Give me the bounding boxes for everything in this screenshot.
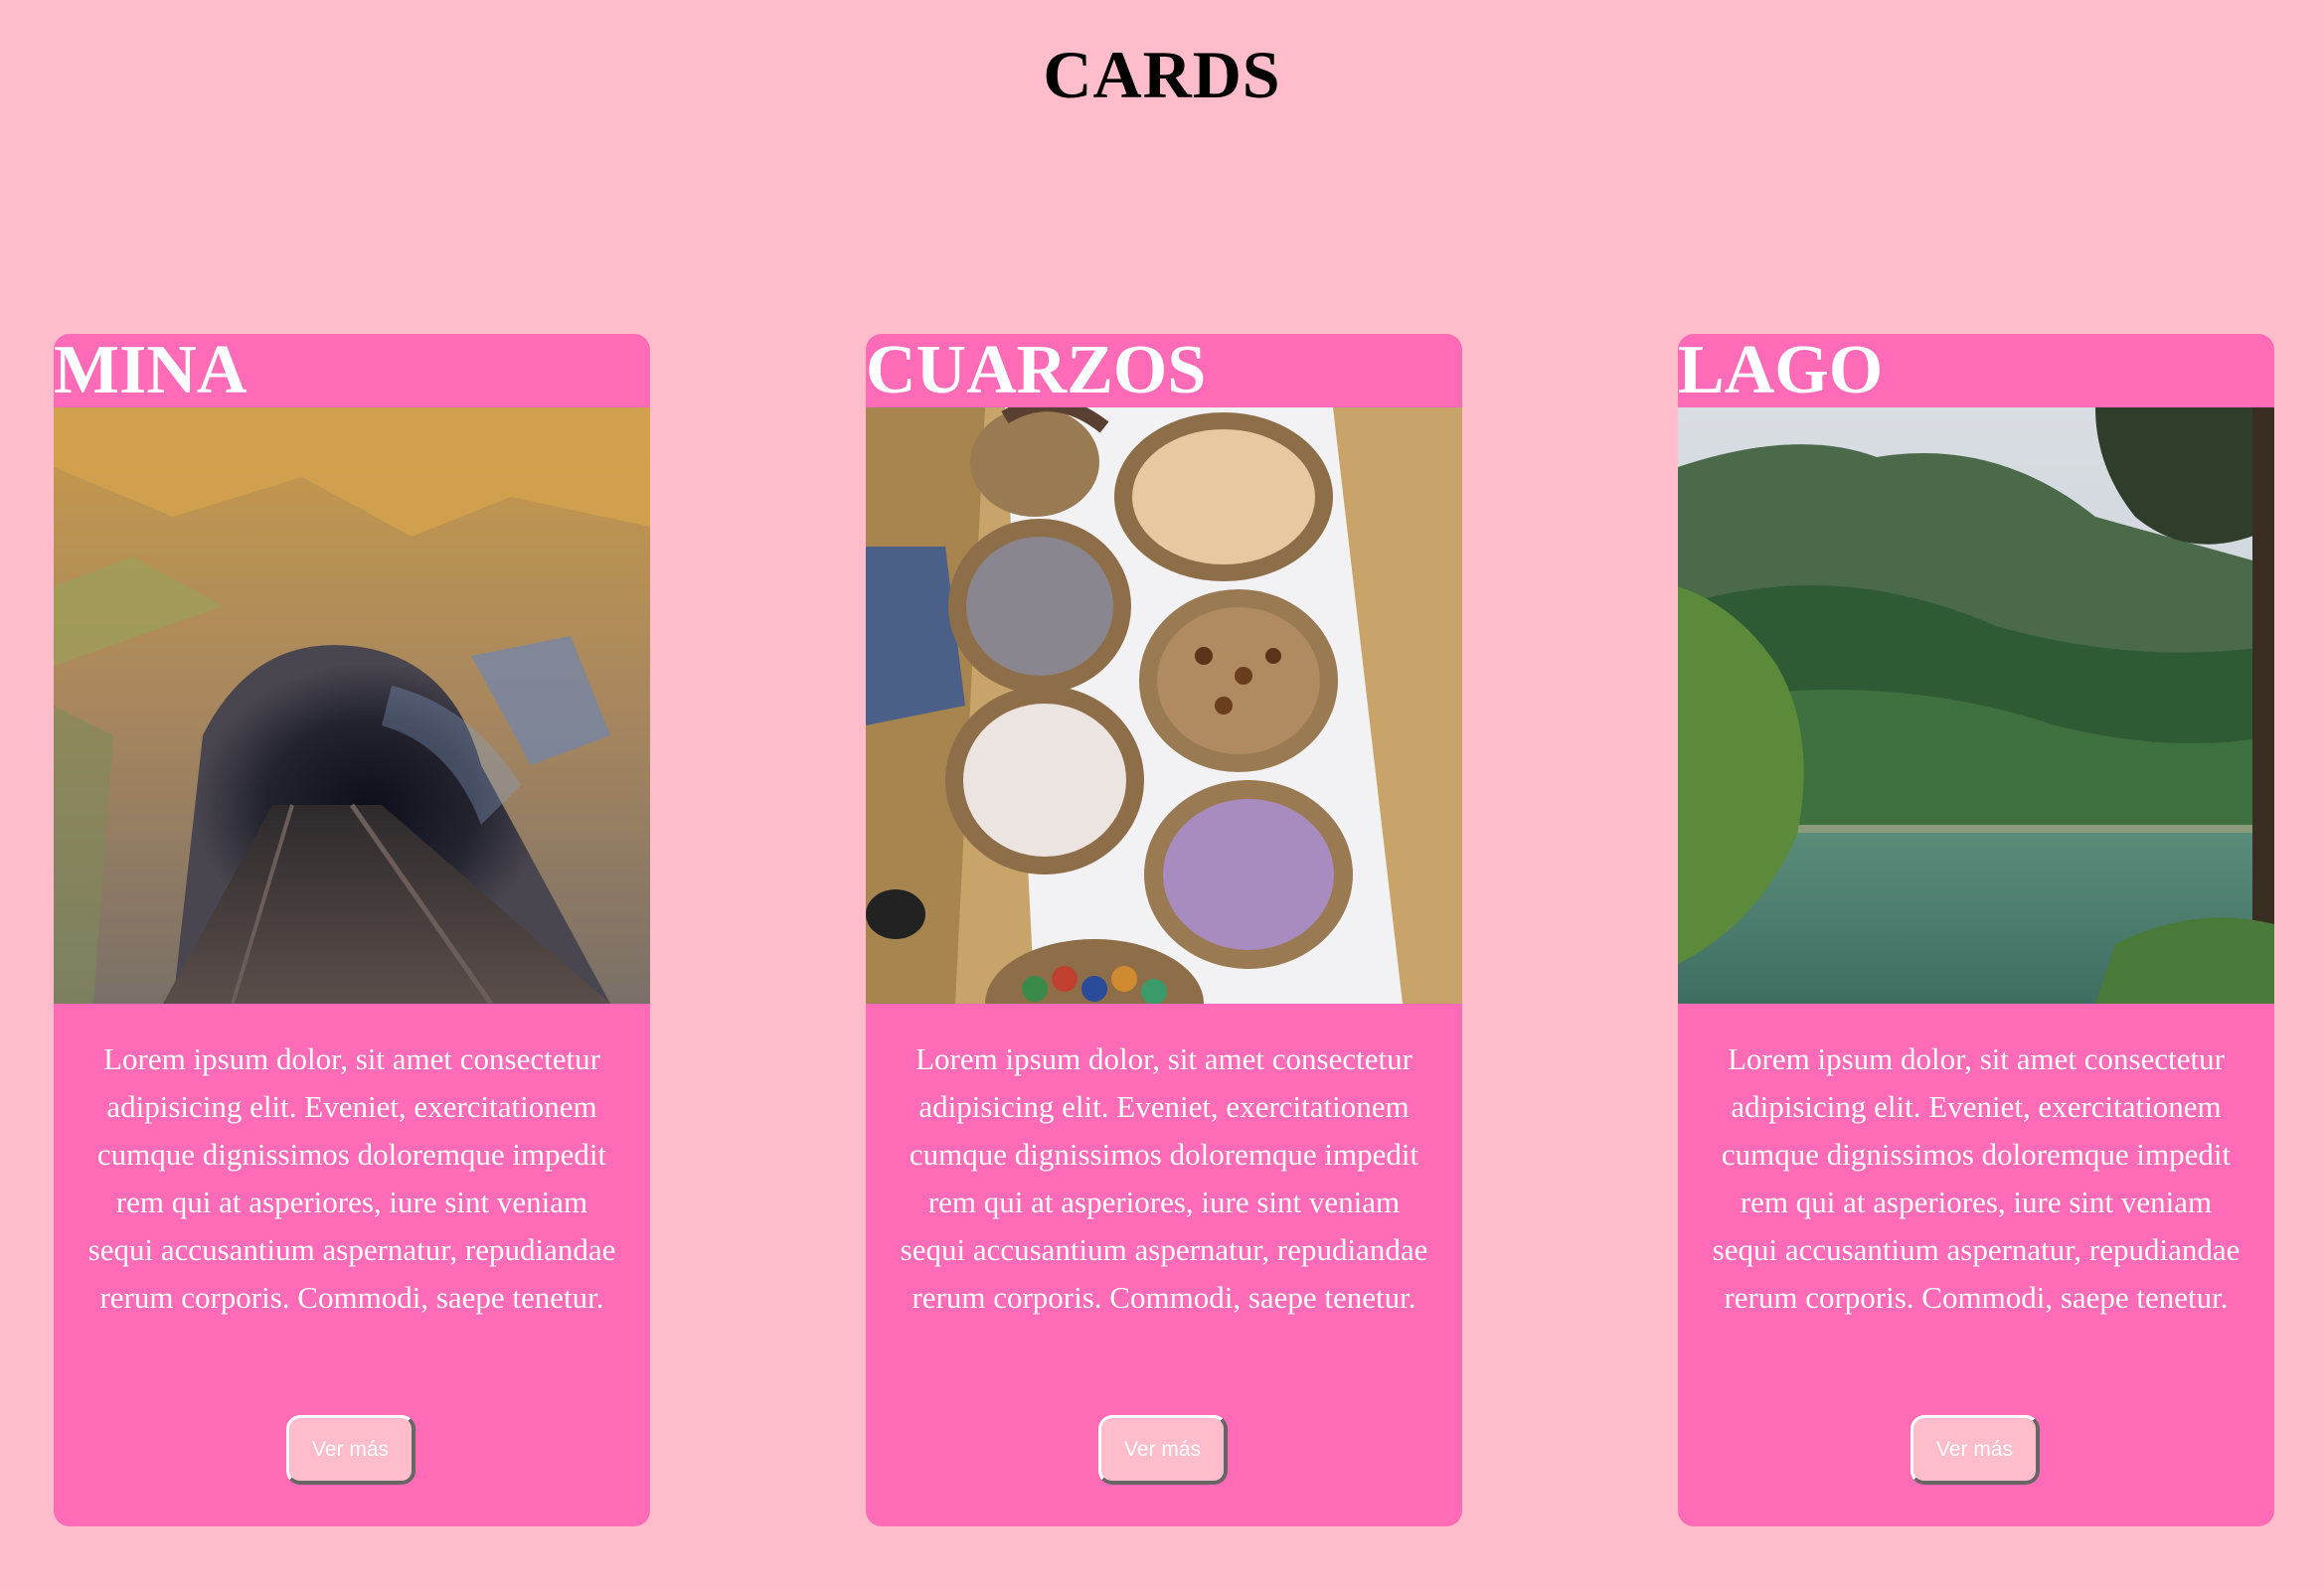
ver-mas-button[interactable]: Ver más xyxy=(1910,1415,2040,1485)
forest-lake-image xyxy=(1678,407,2274,1004)
card-mina: MINA Lorem ipsum dolor, sit amet consect… xyxy=(54,334,650,1526)
mine-tunnel-image xyxy=(54,407,650,1004)
cards-container: MINA Lorem ipsum dolor, sit amet consect… xyxy=(54,334,2274,1526)
card-description: Lorem ipsum dolor, sit amet consectetur … xyxy=(1712,1041,2241,1315)
card-cuarzos: CUARZOS Lorem ipsum dolor, sit amet cons… xyxy=(866,334,1462,1526)
card-title: LAGO xyxy=(1678,334,1884,408)
card-description: Lorem ipsum dolor, sit amet consectetur … xyxy=(87,1041,616,1315)
card-description: Lorem ipsum dolor, sit amet consectetur … xyxy=(900,1041,1428,1315)
page-title: CARDS xyxy=(1043,37,1281,112)
card-title: MINA xyxy=(54,334,248,408)
ver-mas-button[interactable]: Ver más xyxy=(286,1415,415,1485)
ver-mas-button[interactable]: Ver más xyxy=(1098,1415,1228,1485)
card-lago: LAGO Lorem ipsum dolor, sit amet consect… xyxy=(1678,334,2274,1526)
card-title: CUARZOS xyxy=(866,334,1207,408)
quartz-baskets-image xyxy=(866,407,1462,1004)
